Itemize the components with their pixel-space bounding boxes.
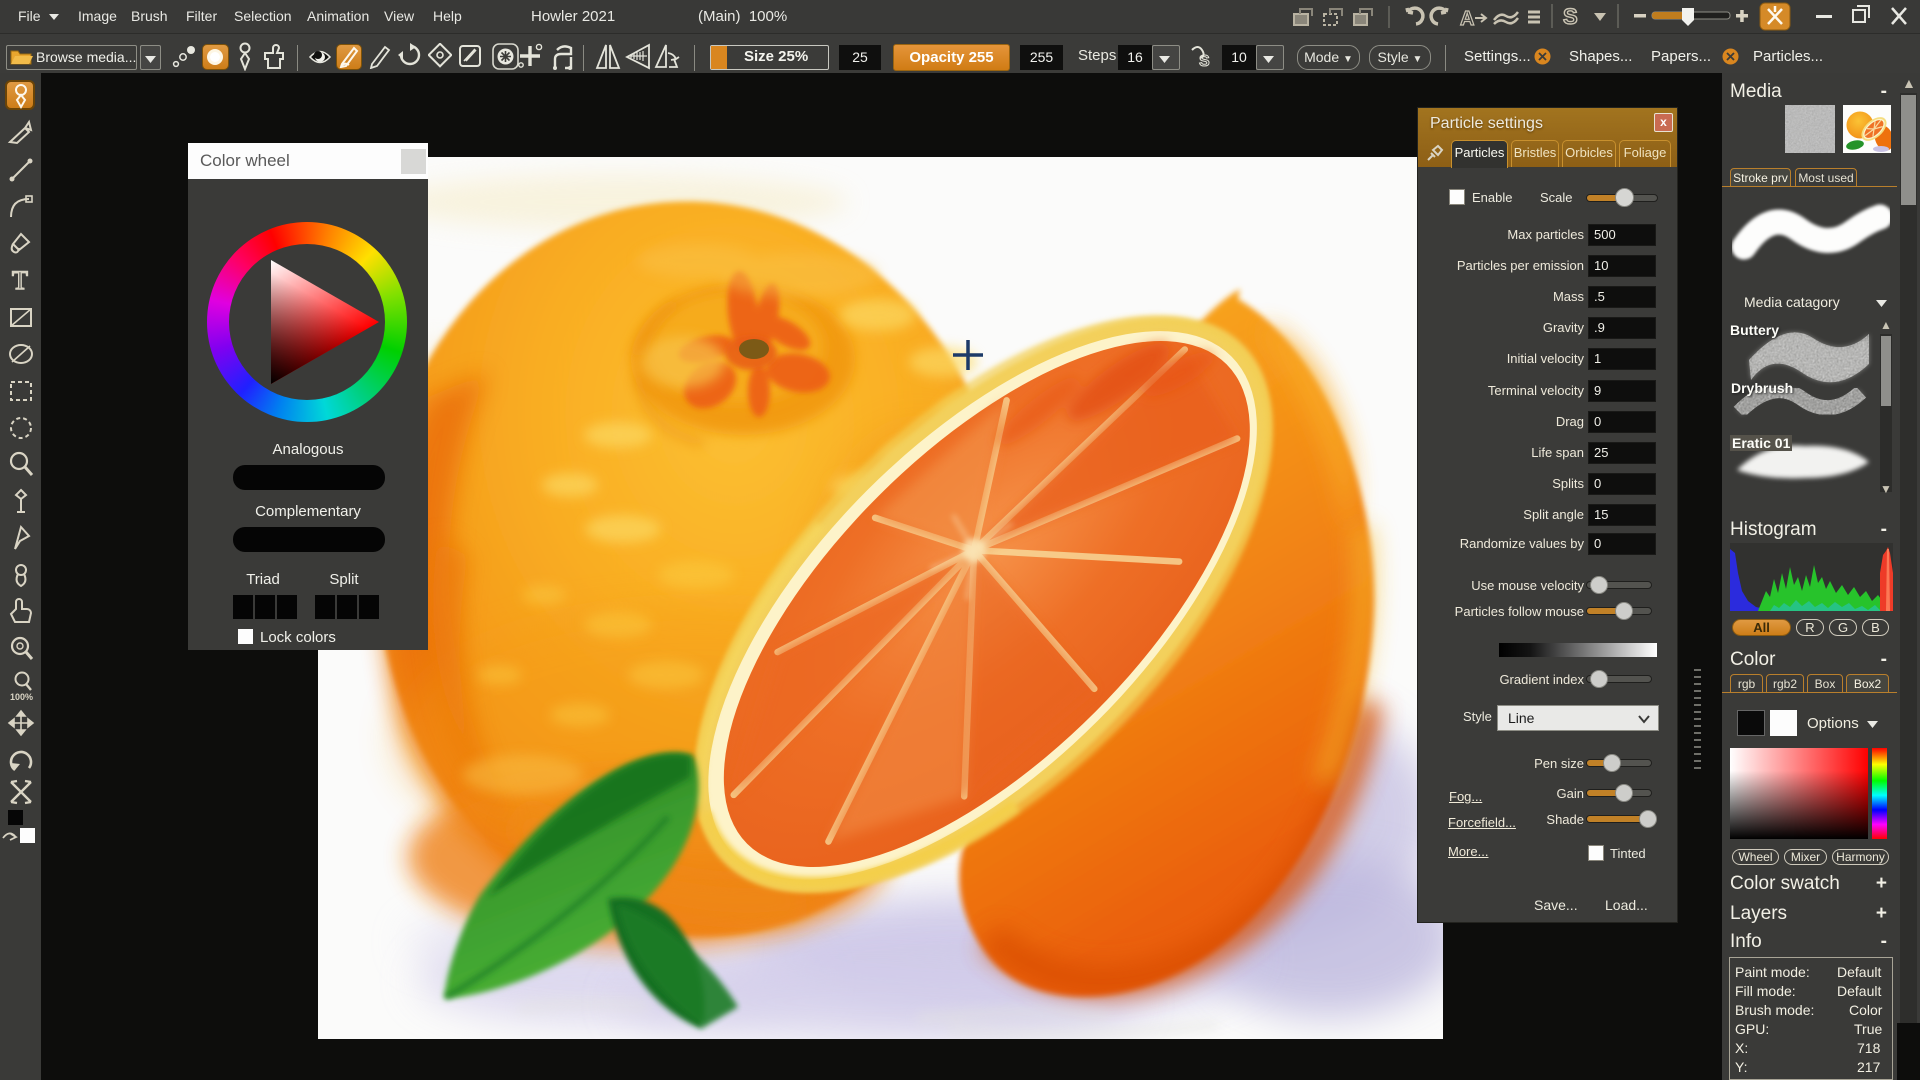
svg-text:S: S	[1563, 4, 1578, 29]
svg-text:100%: 100%	[10, 692, 33, 702]
svg-text:S: S	[1199, 53, 1210, 70]
svg-text:T: T	[12, 266, 28, 294]
svg-text:A: A	[1460, 8, 1474, 30]
